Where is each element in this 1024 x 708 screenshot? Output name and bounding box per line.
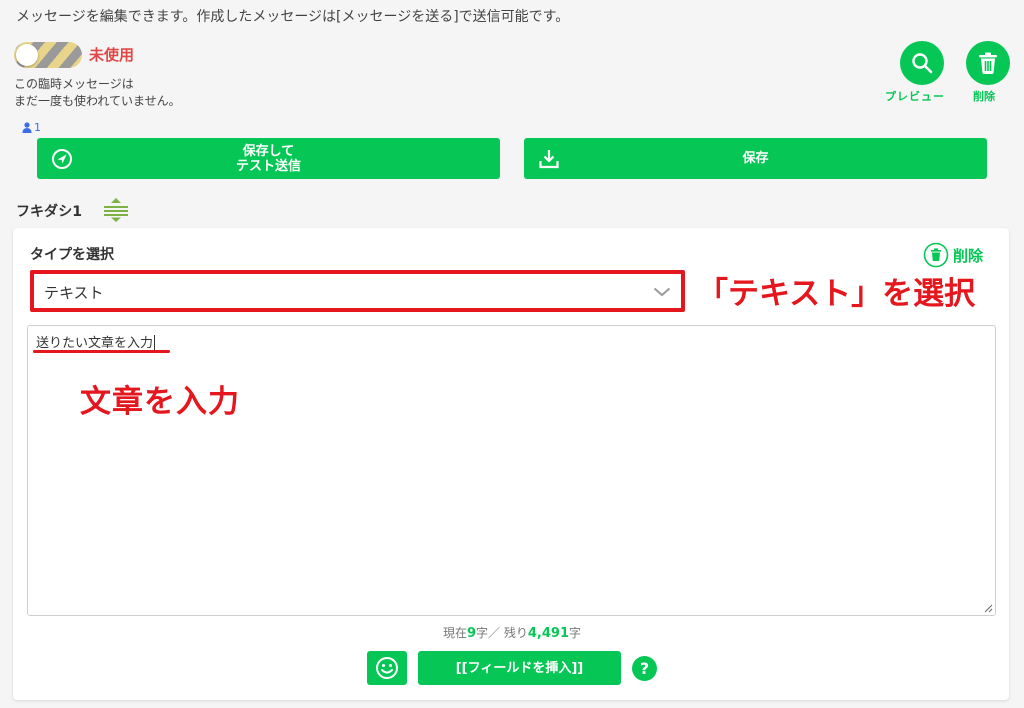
chevron-down-icon bbox=[653, 287, 671, 297]
count-current: 9 bbox=[467, 626, 477, 641]
count-mid: 字／ 残り bbox=[476, 626, 528, 640]
drag-handle[interactable] bbox=[102, 196, 130, 228]
annotation-underline bbox=[33, 350, 170, 353]
target-count-value: 1 bbox=[34, 121, 41, 134]
person-icon bbox=[22, 122, 32, 133]
type-select[interactable]: テキスト bbox=[30, 270, 685, 312]
save-button[interactable]: 保存 bbox=[524, 138, 987, 179]
status-note: この臨時メッセージは まだ一度も使われていません。 bbox=[14, 76, 181, 110]
balloon-title: フキダシ1 bbox=[16, 204, 83, 220]
status-label: 未使用 bbox=[89, 46, 135, 64]
annotation-enter-text: 文章を入力 bbox=[80, 384, 240, 420]
message-text: 送りたい文章を入力 bbox=[36, 332, 156, 351]
type-select-value: テキスト bbox=[44, 284, 104, 302]
save-label: 保存 bbox=[742, 151, 769, 166]
help-button[interactable]: ? bbox=[632, 656, 657, 681]
message-textarea[interactable]: 送りたい文章を入力 bbox=[27, 325, 996, 616]
smiley-icon bbox=[376, 657, 398, 679]
toggle-knob bbox=[16, 44, 38, 66]
resize-grip-icon[interactable] bbox=[983, 603, 993, 613]
preview-caption: プレビュー bbox=[885, 90, 945, 103]
delete-caption: 削除 bbox=[973, 90, 995, 103]
trash-icon bbox=[979, 52, 997, 74]
count-suffix: 字 bbox=[569, 626, 582, 640]
text-caret bbox=[154, 335, 156, 350]
test-send-label-line1: 保存して bbox=[242, 143, 295, 159]
delete-message-button[interactable] bbox=[966, 41, 1010, 85]
send-compass-icon bbox=[52, 149, 72, 169]
usage-toggle[interactable] bbox=[14, 42, 82, 68]
search-icon bbox=[912, 53, 933, 74]
delete-balloon-button[interactable]: 削除 bbox=[923, 242, 983, 268]
character-count: 現在9字／ 残り4,491字 bbox=[0, 624, 1024, 641]
status-note-line1: この臨時メッセージは bbox=[14, 77, 134, 91]
annotation-select-type: 「テキスト」を選択 bbox=[697, 276, 976, 312]
message-text-value: 送りたい文章を入力 bbox=[36, 336, 154, 351]
count-prefix: 現在 bbox=[442, 626, 467, 640]
delete-balloon-label: 削除 bbox=[953, 246, 984, 265]
download-icon bbox=[539, 150, 559, 169]
preview-button[interactable] bbox=[900, 41, 944, 85]
page-description: メッセージを編集できます。作成したメッセージは[メッセージを送る]で送信可能です… bbox=[16, 9, 570, 25]
emoji-button[interactable] bbox=[367, 651, 407, 685]
test-send-label: 保存して テスト送信 bbox=[236, 144, 301, 174]
trash-circle-icon bbox=[923, 242, 949, 268]
target-count: 1 bbox=[22, 121, 41, 134]
type-label: タイプを選択 bbox=[30, 247, 114, 263]
insert-field-button[interactable]: [[フィールドを挿入]] bbox=[418, 651, 621, 685]
reorder-arrows-icon bbox=[104, 198, 128, 222]
status-note-line2: まだ一度も使われていません。 bbox=[14, 94, 181, 108]
count-remaining: 4,491 bbox=[527, 626, 569, 641]
test-send-label-line2: テスト送信 bbox=[235, 158, 301, 174]
save-and-test-send-button[interactable]: 保存して テスト送信 bbox=[37, 138, 500, 179]
